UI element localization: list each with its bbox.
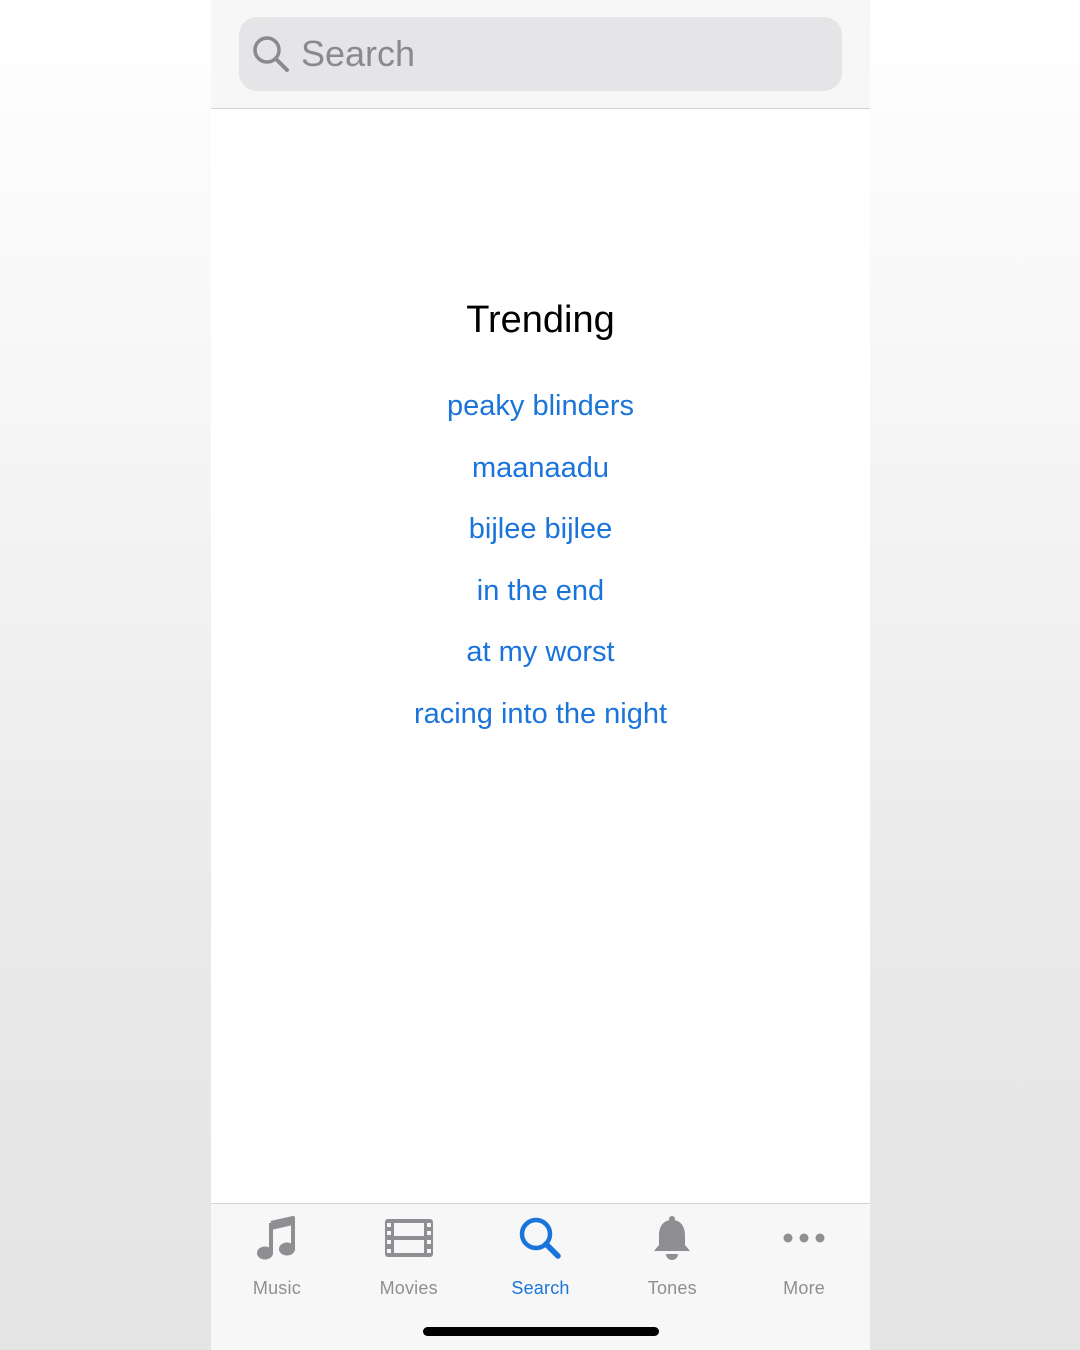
tab-movies[interactable]: Movies [343, 1204, 475, 1304]
trending-item-link[interactable]: at my worst [211, 622, 870, 684]
trending-title: Trending [466, 299, 615, 341]
tab-bar: Music Movies Search Tones More [211, 1203, 870, 1350]
search-icon [514, 1214, 566, 1262]
tab-search[interactable]: Search [475, 1204, 607, 1304]
trending-item-link[interactable]: bijlee bijlee [211, 499, 870, 561]
tab-label: More [783, 1278, 825, 1298]
magnifying-glass-icon [251, 34, 291, 74]
ellipsis-icon [778, 1214, 830, 1262]
film-strip-icon [383, 1214, 435, 1262]
app-screen: Trending peaky blinders maanaadu bijlee … [211, 0, 870, 1350]
tab-label: Music [252, 1278, 301, 1298]
tab-more[interactable]: More [738, 1204, 870, 1304]
trending-item-link[interactable]: peaky blinders [211, 376, 870, 438]
tab-music[interactable]: Music [211, 1204, 343, 1304]
tab-label: Movies [379, 1278, 438, 1298]
tab-label: Tones [647, 1278, 697, 1298]
bell-icon [646, 1214, 698, 1262]
music-note-icon [251, 1214, 303, 1262]
trending-item-link[interactable]: racing into the night [211, 684, 870, 746]
tab-label: Search [511, 1278, 570, 1298]
trending-item-link[interactable]: maanaadu [211, 438, 870, 500]
trending-section: Trending peaky blinders maanaadu bijlee … [211, 290, 870, 746]
search-box[interactable] [239, 17, 842, 91]
trending-list: peaky blinders maanaadu bijlee bijlee in… [211, 376, 870, 746]
tab-tones[interactable]: Tones [606, 1204, 738, 1304]
home-indicator[interactable] [423, 1327, 659, 1336]
trending-item-link[interactable]: in the end [211, 561, 870, 623]
search-header [211, 0, 870, 109]
search-input[interactable] [301, 33, 801, 75]
